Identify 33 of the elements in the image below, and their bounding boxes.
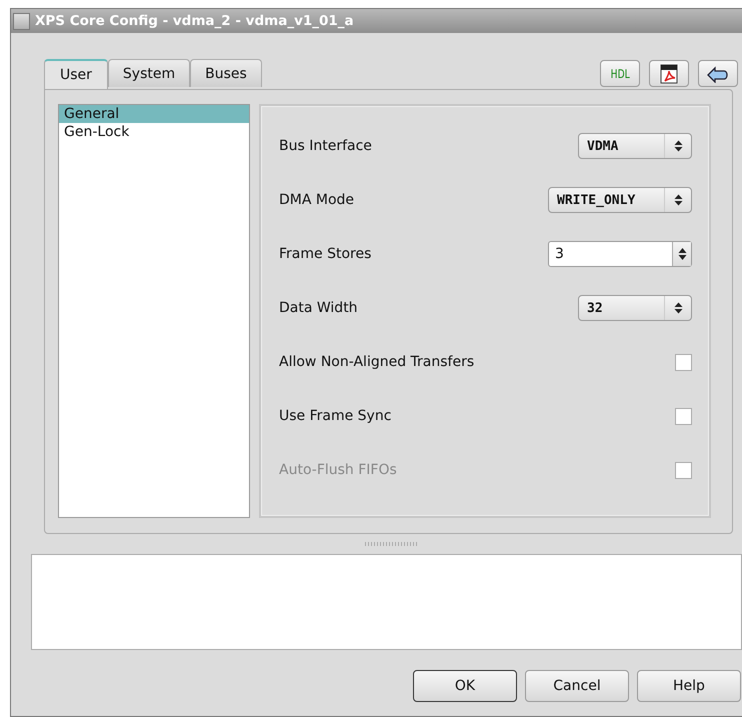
document-icon [660, 64, 678, 84]
list-item[interactable]: Gen-Lock [59, 123, 249, 141]
window-icon [13, 12, 30, 30]
field-label: Bus Interface [279, 138, 372, 154]
spin-box[interactable]: 3 [548, 241, 692, 267]
field-label: Use Frame Sync [279, 408, 392, 424]
checkbox[interactable] [675, 408, 692, 424]
dropdown[interactable]: 32 [578, 295, 692, 321]
field-label: Allow Non-Aligned Transfers [279, 354, 474, 370]
dialog-button[interactable]: OK [413, 670, 517, 702]
field-label: Frame Stores [279, 246, 372, 262]
up-down-arrows-icon [674, 140, 682, 152]
list-item[interactable]: General [59, 105, 249, 123]
tab[interactable]: User [44, 59, 108, 89]
field-label: Data Width [279, 300, 358, 316]
spin-arrows-icon [678, 247, 686, 261]
hdl-button[interactable]: HDL [600, 60, 640, 87]
window-title: XPS Core Config - vdma_2 - vdma_v1_01_a [35, 13, 354, 29]
field-label: DMA Mode [279, 192, 354, 208]
back-button[interactable] [698, 60, 738, 87]
checkbox[interactable] [675, 354, 692, 370]
field-label: Auto-Flush FIFOs [279, 462, 397, 478]
dialog-button[interactable]: Help [637, 670, 741, 702]
document-button[interactable] [649, 60, 689, 87]
up-down-arrows-icon [674, 302, 682, 314]
splitter-handle[interactable] [364, 542, 416, 546]
dropdown[interactable]: WRITE_ONLY [548, 187, 692, 213]
up-down-arrows-icon [674, 194, 682, 206]
tab[interactable]: Buses [190, 59, 262, 87]
dropdown[interactable]: VDMA [578, 133, 692, 159]
dialog-button[interactable]: Cancel [525, 670, 629, 702]
back-arrow-icon [706, 64, 730, 82]
tab[interactable]: System [108, 59, 190, 87]
